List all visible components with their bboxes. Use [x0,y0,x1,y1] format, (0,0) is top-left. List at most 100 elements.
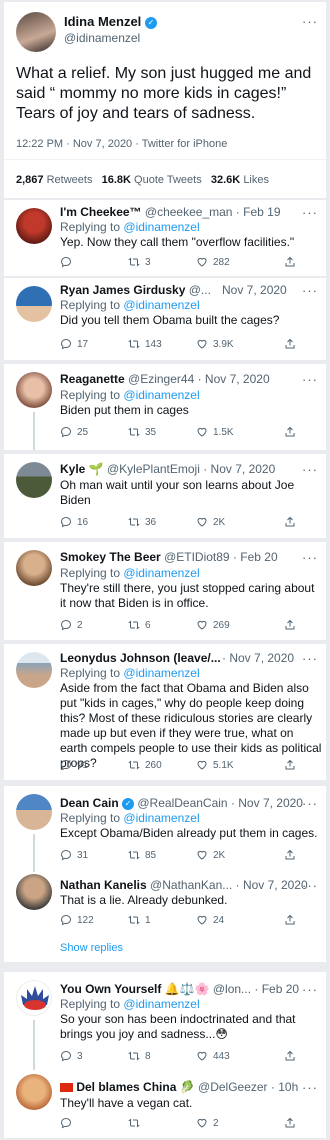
author-name[interactable]: Idina Menzel [64,14,141,29]
retweet-button[interactable]: 36 [128,516,196,528]
author-name[interactable]: Del blames China [76,1080,176,1094]
reply-button[interactable]: 16 [60,516,128,528]
like-button[interactable]: 24 [196,914,284,926]
more-icon[interactable]: ··· [302,372,318,387]
more-icon[interactable]: ··· [302,796,318,811]
author-name[interactable]: Nathan Kanelis [60,878,147,892]
share-button[interactable] [284,516,296,528]
author-name[interactable]: Dean Cain [60,796,119,810]
avatar[interactable] [16,286,52,322]
share-button[interactable] [284,426,296,438]
like-button[interactable]: 5.1K [196,759,284,771]
avatar[interactable] [16,1074,52,1110]
author-handle[interactable]: @DelGeezer · 10h [198,1080,298,1094]
more-icon[interactable]: ··· [302,878,318,893]
author-handle[interactable]: @RealDeanCain · Nov 7, 2020 [137,796,303,810]
retweet-button[interactable]: 1 [128,914,196,926]
heart-icon [197,915,207,925]
avatar[interactable] [16,208,52,244]
reply-button[interactable]: 91 [60,759,128,771]
retweet-button[interactable] [128,1117,196,1129]
mention-link[interactable]: @idinamenzel [123,388,199,402]
share-button[interactable] [284,1117,296,1129]
retweets-stat[interactable]: 2,867 Retweets [16,174,92,186]
tweet-date[interactable]: Nov 7, 2020 [229,651,294,665]
author-handle[interactable]: @lon... · Feb 20 [213,982,299,996]
more-icon[interactable]: ··· [302,982,318,997]
avatar[interactable] [16,794,52,830]
reply-button[interactable]: 25 [60,426,128,438]
reply-button[interactable]: 3 [60,1050,128,1062]
author-name[interactable]: Smokey The Beer [60,550,161,564]
avatar[interactable] [16,874,52,910]
more-icon[interactable]: ··· [302,550,318,565]
leaf-icon: 🥬 [179,1080,195,1094]
quotes-stat[interactable]: 16.8K Quote Tweets [102,174,202,186]
reply-button[interactable]: 31 [60,849,128,861]
like-button[interactable]: 282 [196,256,284,268]
author-handle[interactable]: @... [189,283,211,297]
author-name[interactable]: You Own Yourself [60,982,161,996]
retweet-button[interactable]: 143 [128,338,196,350]
retweet-button[interactable]: 35 [128,426,196,438]
retweet-button[interactable]: 85 [128,849,196,861]
author-name[interactable]: Leonydus Johnson (leave/... [60,651,221,665]
share-button[interactable] [284,849,296,861]
more-icon[interactable]: ··· [302,651,318,666]
like-button[interactable]: 1.5K [196,426,284,438]
mention-link[interactable]: @idinamenzel [123,298,199,312]
reply-button[interactable] [60,1117,128,1129]
like-button[interactable]: 2 [196,1117,284,1129]
author-handle[interactable]: @cheekee_man · Feb 19 [145,205,281,219]
author-handle[interactable]: @KylePlantEmoji · Nov 7, 2020 [107,462,275,476]
tweet-date[interactable]: Nov 7, 2020 [222,283,287,297]
share-button[interactable] [284,338,296,350]
author-name[interactable]: Ryan James Girdusky [60,283,185,297]
avatar[interactable] [16,12,56,52]
avatar[interactable] [16,980,52,1016]
share-button[interactable] [284,256,296,268]
avatar[interactable] [16,550,52,586]
mention-link[interactable]: @idinamenzel [123,566,199,580]
like-button[interactable]: 2K [196,516,284,528]
share-button[interactable] [284,914,296,926]
share-button[interactable] [284,759,296,771]
author-name[interactable]: Reaganette [60,372,125,386]
show-replies-link[interactable]: Show replies [60,942,123,954]
reply-button[interactable]: 17 [60,338,128,350]
avatar[interactable] [16,372,52,408]
author-name[interactable]: I'm Cheekee™ [60,205,142,219]
share-button[interactable] [284,1050,296,1062]
avatar[interactable] [16,652,52,688]
more-icon[interactable]: ··· [302,205,318,220]
mention-link[interactable]: @idinamenzel [123,997,199,1011]
author-handle[interactable]: @NathanKan... · Nov 7, 2020 [150,878,308,892]
tweet-timestamp[interactable]: 12:22 PM · Nov 7, 2020 · Twitter for iPh… [16,138,227,150]
like-button[interactable]: 269 [196,619,284,631]
like-button[interactable]: 443 [196,1050,284,1062]
share-button[interactable] [284,619,296,631]
reply-button[interactable] [60,256,128,268]
likes-stat[interactable]: 32.6K Likes [211,174,269,186]
retweet-button[interactable]: 3 [128,256,196,268]
author-handle[interactable]: @idinamenzel [64,31,140,45]
retweet-button[interactable]: 8 [128,1050,196,1062]
author-handle[interactable]: @Ezinger44 · Nov 7, 2020 [128,372,270,386]
author-name[interactable]: Kyle [60,462,85,476]
retweet-icon [128,850,140,860]
mention-link[interactable]: @idinamenzel [123,220,199,234]
author-handle[interactable]: @ETIDiot89 · Feb 20 [164,550,278,564]
reply-button[interactable]: 2 [60,619,128,631]
reply-button[interactable]: 122 [60,914,128,926]
like-button[interactable]: 3.9K [196,338,284,350]
retweet-button[interactable]: 6 [128,619,196,631]
mention-link[interactable]: @idinamenzel [123,811,199,825]
retweet-button[interactable]: 260 [128,759,196,771]
mention-link[interactable]: @idinamenzel [123,666,199,680]
like-button[interactable]: 2K [196,849,284,861]
more-icon[interactable]: ··· [302,462,318,477]
avatar[interactable] [16,462,52,498]
more-icon[interactable]: ··· [302,14,318,29]
more-icon[interactable]: ··· [302,283,318,298]
more-icon[interactable]: ··· [302,1080,318,1095]
